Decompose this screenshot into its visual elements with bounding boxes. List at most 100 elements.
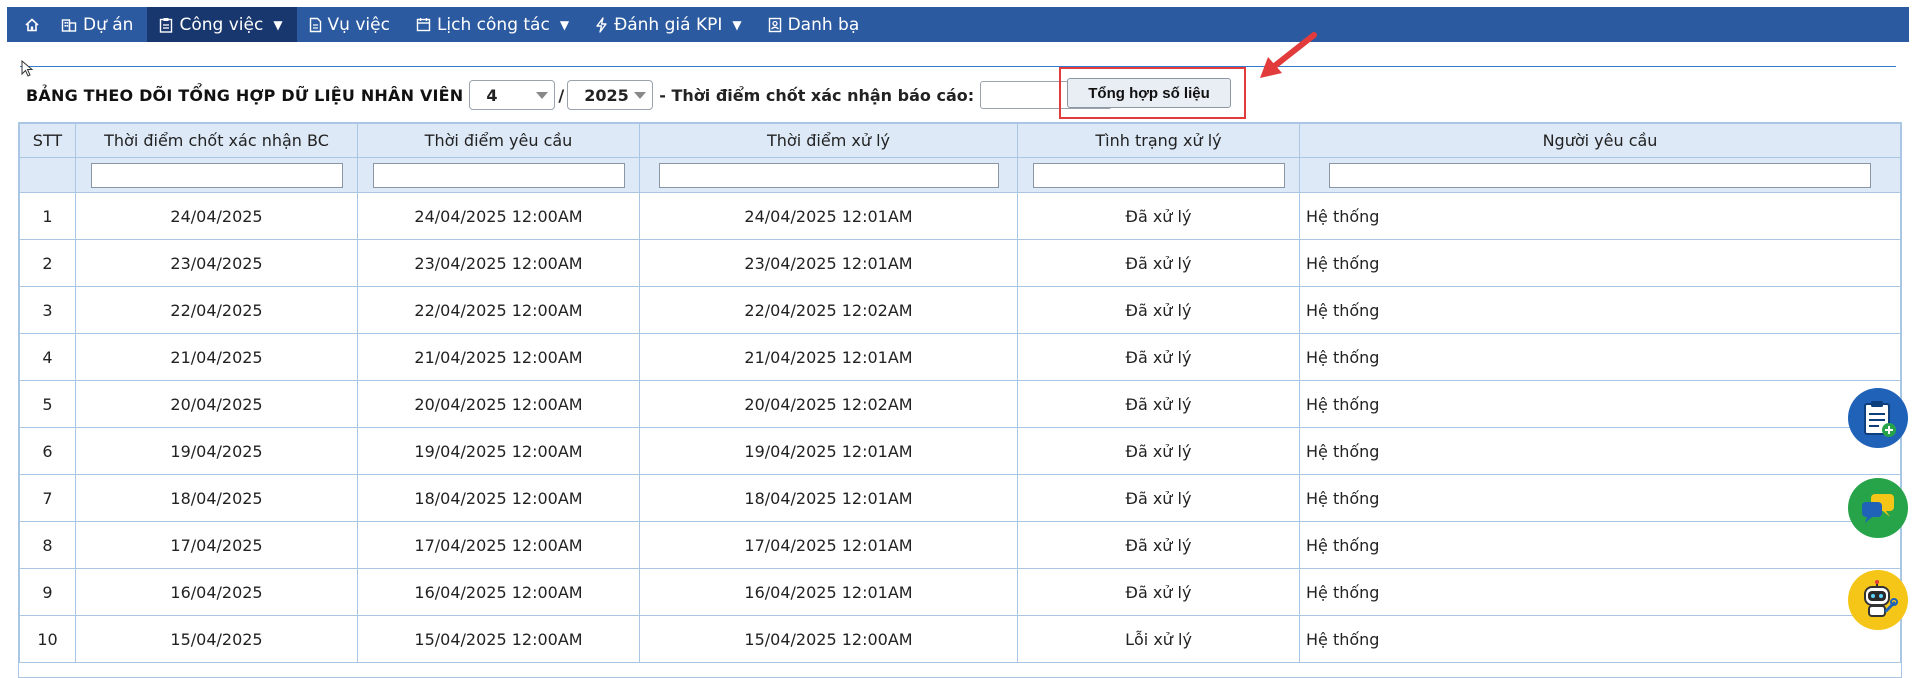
cutoff-time-label: - Thời điểm chốt xác nhận báo cáo: [659,85,975,105]
cell-status: Đã xử lý [1017,427,1300,475]
calendar-icon [416,18,431,32]
filter-cell-status [1017,157,1300,193]
cell-stt: 10 [19,615,76,663]
filter-input-status[interactable] [1032,162,1285,188]
cell-cutoff: 15/04/2025 [75,615,358,663]
column-header-status[interactable]: Tình trạng xử lý [1017,123,1300,158]
cell-cutoff: 17/04/2025 [75,521,358,569]
cell-stt: 5 [19,380,76,428]
robot-support-icon [1864,580,1898,617]
cell-status: Đã xử lý [1017,286,1300,334]
cell-processed: 21/04/2025 12:01AM [639,333,1018,381]
column-header-cutoff[interactable]: Thời điểm chốt xác nhận BC [75,123,358,158]
table-row[interactable]: 1 24/04/2025 24/04/2025 12:00AM 24/04/2025 … [19,192,1901,240]
cell-requested: 19/04/2025 12:00AM [357,427,640,475]
cell-requester: Hệ thống [1299,568,1901,616]
cell-processed: 18/04/2025 12:01AM [639,474,1018,522]
cell-status: Đã xử lý [1017,239,1300,287]
nav-vu-viec[interactable]: Vụ việc [297,7,404,42]
month-select-value: 4 [486,85,498,105]
month-select[interactable]: 4 [469,80,556,110]
filter-input-requested[interactable] [372,162,625,188]
add-report-button[interactable] [1848,388,1908,448]
cell-stt: 6 [19,427,76,475]
cell-cutoff: 19/04/2025 [75,427,358,475]
filter-input-cutoff[interactable] [90,162,343,188]
cell-status: Đã xử lý [1017,380,1300,428]
column-header-stt[interactable]: STT [19,123,76,158]
date-separator: / [558,85,565,105]
nav-cong-viec-label: Công việc [179,14,264,35]
nav-danh-gia-kpi[interactable]: Đánh giá KPI ▼ [583,7,756,42]
cell-cutoff: 18/04/2025 [75,474,358,522]
nav-lich-cong-tac[interactable]: Lịch công tác ▼ [404,7,583,42]
cell-processed: 23/04/2025 12:01AM [639,239,1018,287]
cell-requester: Hệ thống [1299,380,1901,428]
cell-requested: 24/04/2025 12:00AM [357,192,640,240]
chevron-down-icon: ▼ [559,17,570,32]
cell-requester: Hệ thống [1299,333,1901,381]
table-header-row: STT Thời điểm chốt xác nhận BC Thời điểm… [19,123,1901,158]
nav-cong-viec[interactable]: Công việc ▼ [147,7,297,42]
cell-stt: 3 [19,286,76,334]
cell-status: Đã xử lý [1017,474,1300,522]
table-row[interactable]: 3 22/04/2025 22/04/2025 12:00AM 22/04/2025 … [19,286,1901,334]
cell-cutoff: 16/04/2025 [75,568,358,616]
table-row[interactable]: 8 17/04/2025 17/04/2025 12:00AM 17/04/2025 … [19,521,1901,569]
cell-processed: 22/04/2025 12:02AM [639,286,1018,334]
cell-stt: 7 [19,474,76,522]
dropdown-arrow-icon [634,92,647,99]
cell-requested: 17/04/2025 12:00AM [357,521,640,569]
cell-status: Đã xử lý [1017,192,1300,240]
cell-stt: 8 [19,521,76,569]
cell-status: Đã xử lý [1017,568,1300,616]
cell-processed: 15/04/2025 12:00AM [639,615,1018,663]
table-row[interactable]: 10 15/04/2025 15/04/2025 12:00AM 15/04/2025… [19,615,1901,663]
nav-danh-ba[interactable]: Danh bạ [756,7,874,42]
contact-book-icon [768,17,781,32]
cell-processed: 17/04/2025 12:01AM [639,521,1018,569]
nav-danh-gia-kpi-label: Đánh giá KPI [614,14,723,35]
cell-requested: 18/04/2025 12:00AM [357,474,640,522]
filter-cell-requester [1299,157,1901,193]
column-header-requester[interactable]: Người yêu cầu [1299,123,1901,158]
filter-bar: BẢNG THEO DÕI TỔNG HỢP DỮ LIỆU NHÂN VIÊN… [26,78,1113,112]
cell-status: Đã xử lý [1017,521,1300,569]
document-icon [309,17,321,32]
nav-home[interactable] [7,7,49,42]
add-report-icon [1864,401,1896,437]
table-row[interactable]: 9 16/04/2025 16/04/2025 12:00AM 16/04/2025 … [19,568,1901,616]
cell-cutoff: 23/04/2025 [75,239,358,287]
table-row[interactable]: 7 18/04/2025 18/04/2025 12:00AM 18/04/2025 … [19,474,1901,522]
filter-cell-requested [357,157,640,193]
column-header-requested[interactable]: Thời điểm yêu cầu [357,123,640,158]
cell-stt: 2 [19,239,76,287]
nav-du-an[interactable]: Dự án [49,7,147,42]
cell-cutoff: 22/04/2025 [75,286,358,334]
cell-requested: 23/04/2025 12:00AM [357,239,640,287]
nav-lich-cong-tac-label: Lịch công tác [436,14,550,35]
filter-input-requester[interactable] [1329,162,1871,188]
filter-input-processed[interactable] [658,162,999,188]
nav-danh-ba-label: Danh bạ [787,14,860,35]
robot-support-button[interactable] [1848,570,1908,630]
cell-requester: Hệ thống [1299,192,1901,240]
filter-cell-cutoff [75,157,358,193]
top-navigation: Dự án Công việc ▼ Vụ việc Lịch công tác … [7,7,1909,42]
table-row[interactable]: 5 20/04/2025 20/04/2025 12:00AM 20/04/2025 … [19,380,1901,428]
table-row[interactable]: 6 19/04/2025 19/04/2025 12:00AM 19/04/2025 … [19,427,1901,475]
table-row[interactable]: 4 21/04/2025 21/04/2025 12:00AM 21/04/2025 … [19,333,1901,381]
cell-requester: Hệ thống [1299,286,1901,334]
chat-button[interactable] [1848,478,1908,538]
nav-vu-viec-label: Vụ việc [327,14,390,35]
cell-requester: Hệ thống [1299,427,1901,475]
cell-requester: Hệ thống [1299,615,1901,663]
dropdown-arrow-icon [536,92,549,99]
year-select[interactable]: 2025 [567,80,654,110]
annotation-arrow-icon [1260,32,1317,78]
annotation-highlight-box [1059,67,1246,119]
table-row[interactable]: 2 23/04/2025 23/04/2025 12:00AM 23/04/2025 … [19,239,1901,287]
column-header-processed[interactable]: Thời điểm xử lý [639,123,1018,158]
cell-stt: 9 [19,568,76,616]
home-icon [25,17,39,31]
